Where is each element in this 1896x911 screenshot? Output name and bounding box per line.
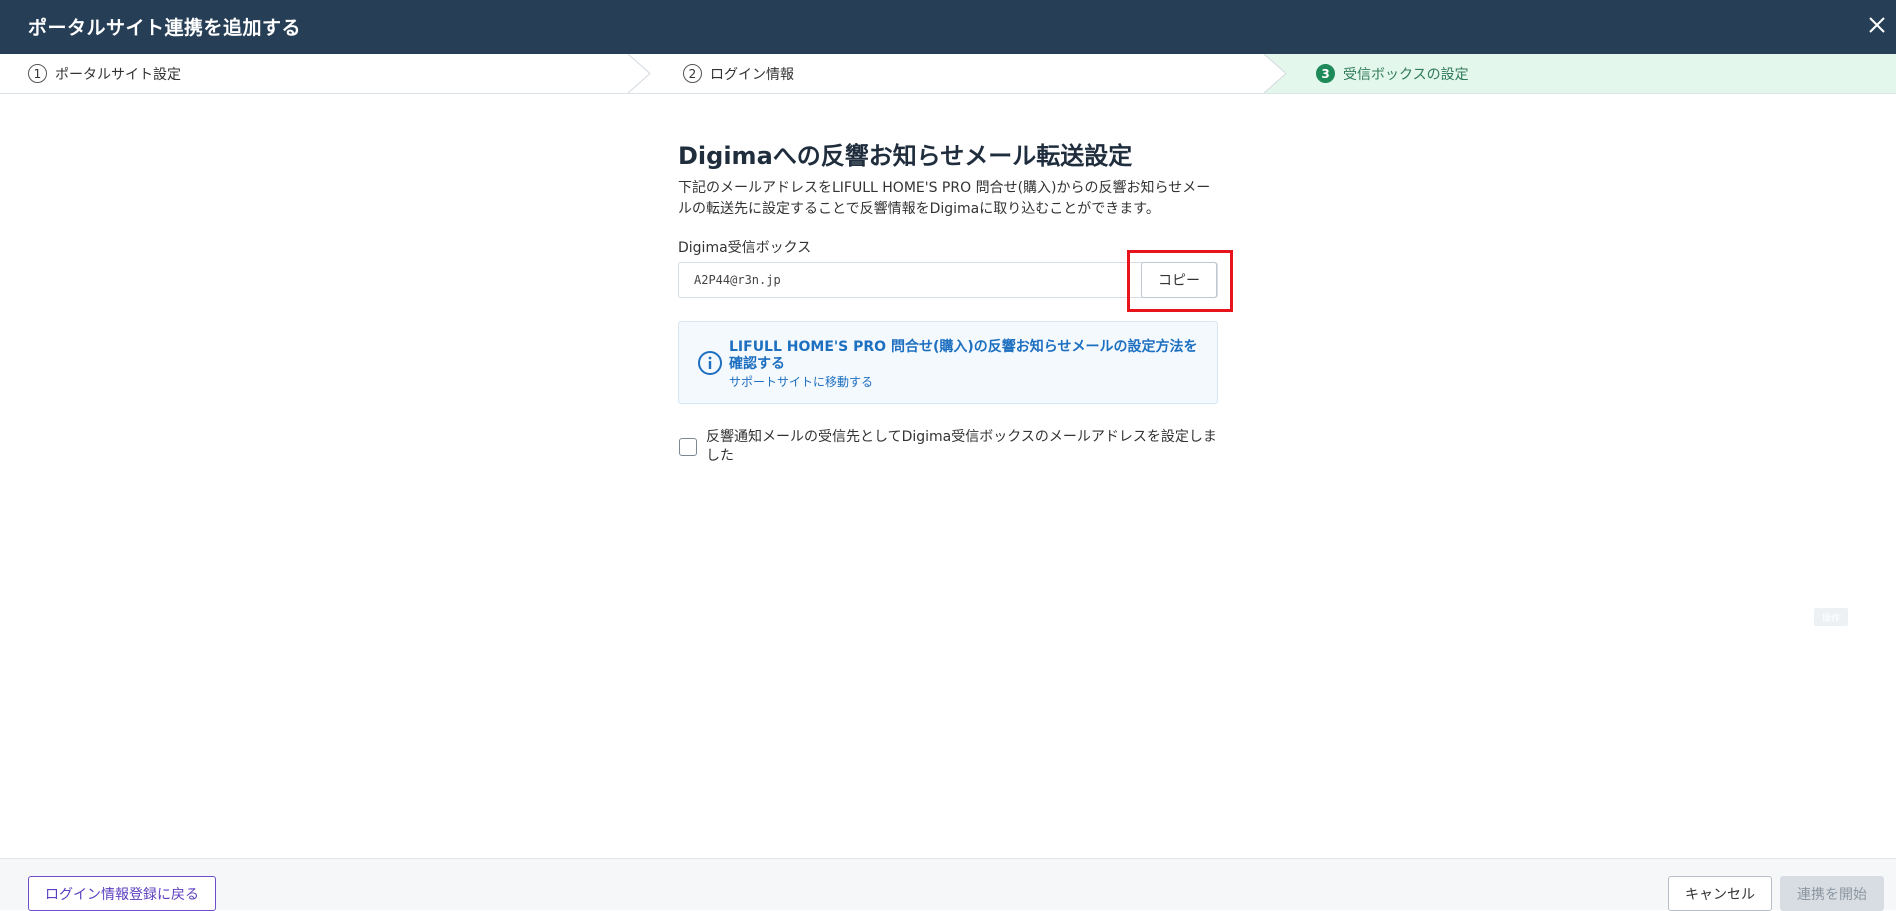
step-portal-site-settings: 1 ポータルサイト設定 <box>28 54 181 93</box>
step-inbox-settings: 3 受信ボックスの設定 <box>1316 54 1469 93</box>
description-text: 下記のメールアドレスをLIFULL HOME'S PRO 問合せ(購入)からの反… <box>678 180 1211 217</box>
inbox-email-value: A2P44@r3n.jp <box>694 273 781 287</box>
step-number: 1 <box>28 64 47 83</box>
floating-badge[interactable]: 操作 <box>1814 608 1848 626</box>
stepper: 1 ポータルサイト設定 2 ログイン情報 3 受信ボックスの設定 <box>0 54 1896 94</box>
start-integration-button[interactable]: 連携を開始 <box>1780 876 1884 911</box>
confirm-checkbox-label[interactable]: 反響通知メールの受信先としてDigima受信ボックスのメールアドレスを設定しまし… <box>706 428 1218 466</box>
confirm-checkbox[interactable] <box>679 438 697 456</box>
support-settings-link[interactable]: LIFULL HOME'S PRO 問合せ(購入)の反響お知らせメールの設定方法… <box>729 339 1204 373</box>
step-separator-icon <box>1264 54 1287 93</box>
back-to-login-button[interactable]: ログイン情報登録に戻る <box>28 876 216 911</box>
cancel-button[interactable]: キャンセル <box>1668 876 1772 911</box>
support-site-link[interactable]: サポートサイトに移動する <box>729 373 873 390</box>
step-label: ログイン情報 <box>710 66 794 83</box>
step-separator-icon <box>628 54 651 93</box>
step-number: 3 <box>1316 64 1335 83</box>
copy-button-highlight <box>1127 250 1233 312</box>
info-icon <box>698 351 722 375</box>
dialog-header: ポータルサイト連携を追加する <box>0 0 1896 54</box>
page-title: Digimaへの反響お知らせメール転送設定 <box>678 142 1133 170</box>
step-number: 2 <box>683 64 702 83</box>
support-info-box: LIFULL HOME'S PRO 問合せ(購入)の反響お知らせメールの設定方法… <box>678 321 1218 404</box>
close-icon[interactable] <box>1864 12 1890 38</box>
inbox-label: Digima受信ボックス <box>678 240 812 256</box>
dialog-footer: ログイン情報登録に戻る キャンセル 連携を開始 <box>0 858 1896 911</box>
step-label: 受信ボックスの設定 <box>1343 66 1469 83</box>
step-label: ポータルサイト設定 <box>55 66 181 83</box>
step-login-info: 2 ログイン情報 <box>683 54 794 93</box>
dialog-title: ポータルサイト連携を追加する <box>28 17 302 39</box>
